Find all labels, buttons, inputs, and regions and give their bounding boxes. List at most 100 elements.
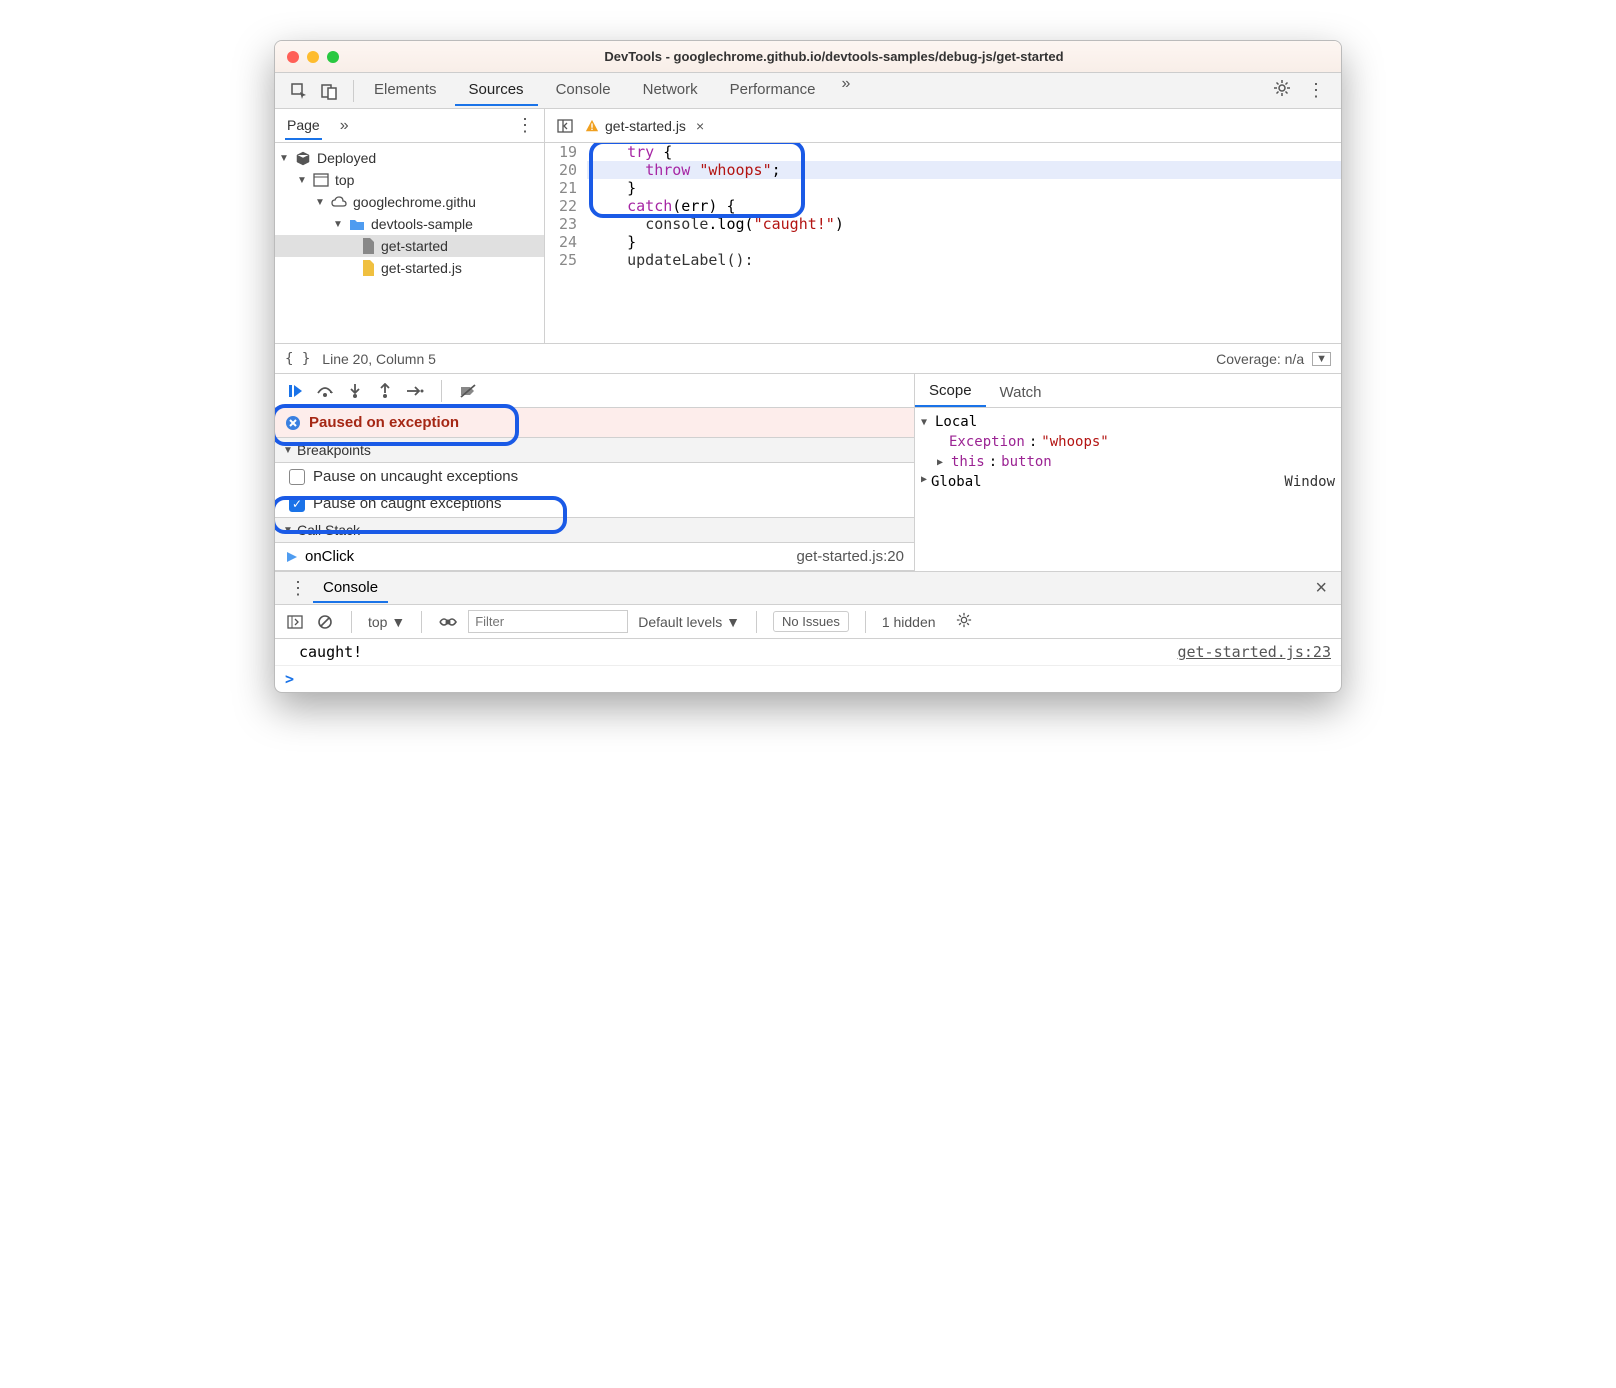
pause-uncaught-checkbox[interactable] bbox=[289, 469, 305, 485]
tab-performance[interactable]: Performance bbox=[716, 75, 830, 106]
cursor-position: Line 20, Column 5 bbox=[322, 351, 436, 367]
sidebar-menu-icon[interactable]: ⋮ bbox=[516, 115, 534, 136]
close-tab-icon[interactable]: × bbox=[696, 118, 704, 134]
current-frame-icon bbox=[285, 550, 299, 564]
box-icon bbox=[295, 150, 311, 166]
coverage-dropdown-icon[interactable]: ▼ bbox=[1312, 352, 1331, 366]
more-options-icon[interactable]: ⋮ bbox=[1297, 80, 1335, 101]
console-toolbar: top ▼ Default levels ▼ No Issues 1 hidde… bbox=[275, 605, 1341, 639]
line-number[interactable]: 25 bbox=[545, 251, 587, 269]
hidden-count[interactable]: 1 hidden bbox=[882, 614, 936, 630]
scope-tab[interactable]: Scope bbox=[915, 376, 986, 407]
frame-icon bbox=[313, 173, 329, 187]
annotation-highlight-code bbox=[589, 143, 805, 218]
watch-tab[interactable]: Watch bbox=[986, 378, 1056, 407]
code-line[interactable]: 24 } bbox=[545, 233, 1341, 251]
inspect-element-icon[interactable] bbox=[287, 79, 311, 103]
sources-main: ▼Deployed ▼top ▼googlechrome.githu ▼devt… bbox=[275, 143, 1341, 343]
navigator-toggle-icon[interactable] bbox=[553, 114, 577, 138]
minimize-window-button[interactable] bbox=[307, 51, 319, 63]
line-number[interactable]: 24 bbox=[545, 233, 587, 251]
folder-icon bbox=[349, 217, 365, 231]
callstack-fn: onClick bbox=[305, 548, 354, 565]
separator bbox=[865, 611, 866, 633]
js-file-icon bbox=[361, 260, 375, 276]
tree-file-js[interactable]: get-started.js bbox=[275, 257, 544, 279]
window-title: DevTools - googlechrome.github.io/devtoo… bbox=[339, 49, 1329, 64]
devtools-window: DevTools - googlechrome.github.io/devtoo… bbox=[274, 40, 1342, 693]
separator bbox=[421, 611, 422, 633]
tree-file-html[interactable]: get-started bbox=[275, 235, 544, 257]
coverage-label: Coverage: n/a bbox=[1216, 351, 1304, 367]
tab-elements[interactable]: Elements bbox=[360, 75, 451, 106]
main-toolbar: Elements Sources Console Network Perform… bbox=[275, 73, 1341, 109]
panel-tabs: Elements Sources Console Network Perform… bbox=[360, 75, 1267, 106]
step-out-button[interactable] bbox=[375, 381, 395, 401]
zoom-window-button[interactable] bbox=[327, 51, 339, 63]
line-number[interactable]: 23 bbox=[545, 215, 587, 233]
log-levels-selector[interactable]: Default levels ▼ bbox=[638, 614, 740, 630]
sources-subbar: Page » ⋮ get-started.js × bbox=[275, 109, 1341, 143]
warning-icon bbox=[585, 119, 599, 133]
tab-network[interactable]: Network bbox=[629, 75, 712, 106]
separator bbox=[351, 611, 352, 633]
scope-watch-tabs: Scope Watch bbox=[915, 374, 1341, 408]
callstack-frame[interactable]: onClick get-started.js:20 bbox=[275, 543, 914, 571]
settings-gear-icon[interactable] bbox=[1267, 79, 1297, 102]
tree-domain[interactable]: ▼googlechrome.githu bbox=[275, 191, 544, 213]
tab-console[interactable]: Console bbox=[542, 75, 625, 106]
step-over-button[interactable] bbox=[315, 381, 335, 401]
titlebar: DevTools - googlechrome.github.io/devtoo… bbox=[275, 41, 1341, 73]
sidebar-overflow-icon[interactable]: » bbox=[332, 117, 357, 135]
tree-top[interactable]: ▼top bbox=[275, 169, 544, 191]
drawer-console-tab[interactable]: Console bbox=[313, 574, 388, 603]
line-number[interactable]: 22 bbox=[545, 197, 587, 215]
tree-folder[interactable]: ▼devtools-sample bbox=[275, 213, 544, 235]
console-settings-icon[interactable] bbox=[950, 612, 978, 631]
separator bbox=[353, 80, 354, 102]
pause-uncaught-label: Pause on uncaught exceptions bbox=[313, 468, 518, 485]
pause-uncaught-checkbox-row[interactable]: Pause on uncaught exceptions bbox=[275, 463, 914, 490]
step-button[interactable] bbox=[405, 381, 425, 401]
debug-controls bbox=[275, 374, 914, 408]
annotation-highlight-caught bbox=[274, 496, 567, 534]
line-number[interactable]: 21 bbox=[545, 179, 587, 197]
tree-deployed[interactable]: ▼Deployed bbox=[275, 147, 544, 169]
resume-button[interactable] bbox=[285, 381, 305, 401]
console-prompt[interactable]: > bbox=[275, 666, 1341, 692]
close-window-button[interactable] bbox=[287, 51, 299, 63]
code-editor[interactable]: 19 try {20 throw "whoops";21 }22 catch(e… bbox=[545, 143, 1341, 343]
step-into-button[interactable] bbox=[345, 381, 365, 401]
console-filter-input[interactable] bbox=[468, 610, 628, 633]
context-selector[interactable]: top ▼ bbox=[368, 614, 405, 630]
scope-local[interactable]: ▼Local bbox=[921, 412, 1335, 432]
live-expression-icon[interactable] bbox=[438, 612, 458, 632]
code-line[interactable]: 25 updateLabel(): bbox=[545, 251, 1341, 269]
callstack-location: get-started.js:20 bbox=[796, 548, 904, 565]
line-number[interactable]: 19 bbox=[545, 143, 587, 161]
page-tab[interactable]: Page bbox=[285, 112, 322, 140]
tab-sources[interactable]: Sources bbox=[455, 75, 538, 106]
console-log-source[interactable]: get-started.js:23 bbox=[1177, 643, 1331, 661]
scope-this[interactable]: ▶this: button bbox=[921, 452, 1335, 472]
scope-global[interactable]: ▶GlobalWindow bbox=[921, 472, 1335, 492]
cloud-icon bbox=[331, 195, 347, 209]
line-number[interactable]: 20 bbox=[545, 161, 587, 179]
annotation-highlight-paused bbox=[274, 404, 519, 446]
drawer-menu-icon[interactable]: ⋮ bbox=[283, 578, 313, 599]
debugger-area: Paused on exception ▼Breakpoints Pause o… bbox=[275, 373, 1341, 571]
deactivate-breakpoints-button[interactable] bbox=[458, 381, 478, 401]
pretty-print-icon[interactable]: { } bbox=[285, 351, 310, 367]
file-tab[interactable]: get-started.js × bbox=[585, 118, 704, 134]
console-sidebar-toggle-icon[interactable] bbox=[285, 612, 305, 632]
tabs-overflow-icon[interactable]: » bbox=[834, 75, 859, 106]
scope-exception[interactable]: Exception: "whoops" bbox=[921, 432, 1335, 452]
console-log-row[interactable]: caught! get-started.js:23 bbox=[275, 639, 1341, 666]
scope-body: ▼Local Exception: "whoops" ▶this: button… bbox=[915, 408, 1341, 496]
device-toggle-icon[interactable] bbox=[317, 79, 341, 103]
clear-console-icon[interactable] bbox=[315, 612, 335, 632]
code-content: updateLabel(): bbox=[587, 251, 1341, 269]
drawer-close-icon[interactable]: × bbox=[1309, 577, 1333, 600]
issues-button[interactable]: No Issues bbox=[773, 611, 849, 632]
drawer-tab-bar: ⋮ Console × bbox=[275, 571, 1341, 605]
